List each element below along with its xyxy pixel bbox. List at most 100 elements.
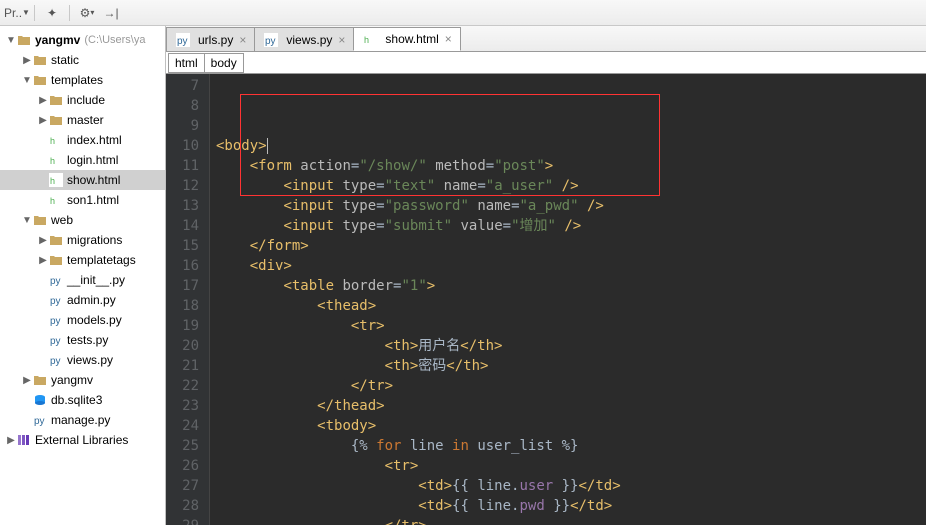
tree-item-manage-py[interactable]: pymanage.py [0, 410, 165, 430]
tree-item-web[interactable]: ▼web [0, 210, 165, 230]
tree-label: yangmv [51, 373, 93, 387]
code-line[interactable]: </tr> [216, 516, 926, 525]
close-icon[interactable]: × [445, 32, 452, 46]
breadcrumb-body[interactable]: body [204, 53, 244, 73]
tree-item-views-py[interactable]: pyviews.py [0, 350, 165, 370]
folder-icon [48, 112, 64, 128]
code-line[interactable]: <div> [216, 256, 926, 276]
tree-item-include[interactable]: ▶ include [0, 90, 165, 110]
code-body[interactable]: <body> <form action="/show/" method="pos… [210, 74, 926, 525]
line-number: 12 [166, 176, 199, 196]
svg-text:h: h [50, 136, 55, 146]
close-icon[interactable]: × [239, 33, 246, 47]
project-tree[interactable]: ▼yangmv(C:\Users\ya▶static▼templates▶inc… [0, 26, 166, 525]
folder-icon [32, 372, 48, 388]
breadcrumb-html[interactable]: html [168, 53, 205, 73]
hide-icon[interactable]: →| [102, 4, 120, 22]
expand-arrow-icon[interactable]: ▶ [38, 115, 48, 126]
gear-icon[interactable]: ⚙▾ [78, 4, 96, 22]
line-number: 8 [166, 96, 199, 116]
expand-arrow-icon[interactable]: ▶ [22, 55, 32, 66]
py-icon: py [263, 32, 279, 48]
code-line[interactable]: <th>密码</th> [216, 356, 926, 376]
tree-item-login-html[interactable]: hlogin.html [0, 150, 165, 170]
py-icon: py [175, 32, 191, 48]
py-icon: py [48, 352, 64, 368]
tree-item-yangmv[interactable]: ▶ yangmv [0, 370, 165, 390]
py-icon: py [48, 272, 64, 288]
code-line[interactable]: <input type="submit" value="增加" /> [216, 216, 926, 236]
line-number: 17 [166, 276, 199, 296]
py-icon: py [48, 292, 64, 308]
tree-hint: (C:\Users\ya [84, 34, 145, 46]
tree-item-templates[interactable]: ▼templates [0, 70, 165, 90]
tree-item-db-sqlite3[interactable]: db.sqlite3 [0, 390, 165, 410]
tree-item-index-html[interactable]: h index.html [0, 130, 165, 150]
code-line[interactable]: </form> [216, 236, 926, 256]
code-line[interactable]: <td>{{ line.user }}</td> [216, 476, 926, 496]
code-line[interactable]: <table border="1"> [216, 276, 926, 296]
html-icon: h [48, 152, 64, 168]
code-line[interactable]: <thead> [216, 296, 926, 316]
code-line[interactable]: <input type="password" name="a_pwd" /> [216, 196, 926, 216]
tree-item-yangmv[interactable]: ▼yangmv(C:\Users\ya [0, 30, 165, 50]
tree-item-son1-html[interactable]: hson1.html [0, 190, 165, 210]
code-line[interactable]: <tbody> [216, 416, 926, 436]
tree-item-tests-py[interactable]: pytests.py [0, 330, 165, 350]
tree-item-external-libraries[interactable]: ▶External Libraries [0, 430, 165, 450]
tree-label: login.html [67, 153, 118, 167]
expand-arrow-icon[interactable]: ▶ [38, 255, 48, 266]
html-icon: h [48, 172, 64, 188]
folder-icon [32, 72, 48, 88]
svg-text:py: py [34, 416, 45, 427]
close-icon[interactable]: × [338, 33, 345, 47]
code-line[interactable]: <input type="text" name="a_user" /> [216, 176, 926, 196]
tree-item-master[interactable]: ▶master [0, 110, 165, 130]
line-number: 21 [166, 356, 199, 376]
tree-label: index.html [67, 133, 122, 147]
expand-arrow-icon[interactable]: ▼ [6, 35, 16, 46]
line-number: 20 [166, 336, 199, 356]
tree-item-models-py[interactable]: pymodels.py [0, 310, 165, 330]
tree-label: migrations [67, 233, 122, 247]
tree-item-templatetags[interactable]: ▶templatetags [0, 250, 165, 270]
tree-item-static[interactable]: ▶static [0, 50, 165, 70]
folder-icon [16, 32, 32, 48]
tab-views-py[interactable]: pyviews.py× [254, 27, 354, 51]
tab-urls-py[interactable]: pyurls.py× [166, 27, 255, 51]
line-number: 28 [166, 496, 199, 516]
line-number: 23 [166, 396, 199, 416]
line-number: 14 [166, 216, 199, 236]
tree-item-admin-py[interactable]: pyadmin.py [0, 290, 165, 310]
expand-arrow-icon[interactable]: ▶ [22, 375, 32, 386]
code-line[interactable]: <tr> [216, 316, 926, 336]
html-icon: h [48, 132, 64, 148]
html-icon: h [48, 192, 64, 208]
code-line[interactable]: <td>{{ line.pwd }}</td> [216, 496, 926, 516]
tree-label: son1.html [67, 193, 119, 207]
code-line[interactable]: </tr> [216, 376, 926, 396]
expand-arrow-icon[interactable]: ▶ [38, 95, 48, 106]
tree-item-show-html[interactable]: hshow.html [0, 170, 165, 190]
project-dropdown[interactable]: Pr..▼ [8, 4, 26, 22]
code-line[interactable]: <tr> [216, 456, 926, 476]
expand-arrow-icon[interactable]: ▼ [22, 75, 32, 86]
code-line[interactable]: </thead> [216, 396, 926, 416]
code-editor[interactable]: 7891011121314151617181920212223242526272… [166, 74, 926, 525]
tree-label: include [67, 93, 105, 107]
code-line[interactable]: {% for line in user_list %} [216, 436, 926, 456]
code-line[interactable]: <body> [216, 136, 926, 156]
tree-label: db.sqlite3 [51, 393, 102, 407]
line-number: 11 [166, 156, 199, 176]
expand-arrow-icon[interactable]: ▼ [22, 215, 32, 226]
tree-item-__init__-py[interactable]: py__init__.py [0, 270, 165, 290]
tab-show-html[interactable]: hshow.html× [353, 27, 460, 51]
code-line[interactable]: <form action="/show/" method="post"> [216, 156, 926, 176]
svg-text:py: py [265, 36, 276, 47]
expand-arrow-icon[interactable]: ▶ [38, 235, 48, 246]
code-line[interactable]: <th>用户名</th> [216, 336, 926, 356]
expand-arrow-icon[interactable]: ▶ [6, 435, 16, 446]
tree-item-migrations[interactable]: ▶ migrations [0, 230, 165, 250]
breadcrumb: htmlbody [166, 52, 926, 74]
collapse-icon[interactable]: ✦ [43, 4, 61, 22]
